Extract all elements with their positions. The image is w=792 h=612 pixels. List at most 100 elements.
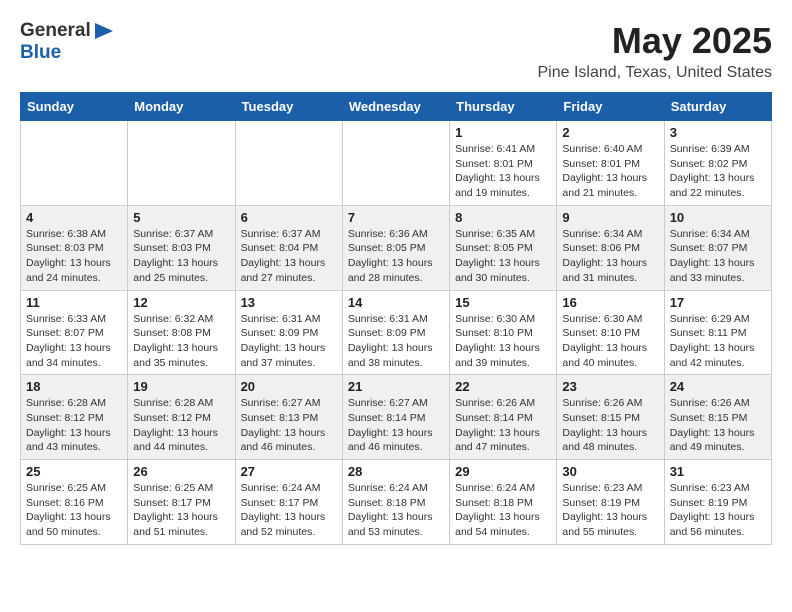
day-info: Sunrise: 6:32 AM Sunset: 8:08 PM Dayligh…	[133, 312, 229, 371]
day-number: 9	[562, 210, 658, 225]
day-number: 4	[26, 210, 122, 225]
calendar-week-row: 18 Sunrise: 6:28 AM Sunset: 8:12 PM Dayli…	[21, 375, 772, 460]
day-info: Sunrise: 6:26 AM Sunset: 8:14 PM Dayligh…	[455, 396, 551, 455]
table-row: 1 Sunrise: 6:41 AM Sunset: 8:01 PM Daylig…	[450, 121, 557, 206]
day-number: 31	[670, 464, 766, 479]
day-number: 11	[26, 295, 122, 310]
day-number: 6	[241, 210, 337, 225]
table-row: 8Sunrise: 6:35 AM Sunset: 8:05 PM Daylig…	[450, 205, 557, 290]
day-info: Sunrise: 6:25 AM Sunset: 8:17 PM Dayligh…	[133, 481, 229, 540]
day-number: 21	[348, 379, 444, 394]
table-row: 26 Sunrise: 6:25 AM Sunset: 8:17 PM Dayli…	[128, 460, 235, 545]
table-row: 9 Sunrise: 6:34 AM Sunset: 8:06 PM Daylig…	[557, 205, 664, 290]
day-number: 2	[562, 125, 658, 140]
day-info: Sunrise: 6:34 AM Sunset: 8:07 PM Dayligh…	[670, 227, 766, 286]
day-number: 23	[562, 379, 658, 394]
day-number: 30	[562, 464, 658, 479]
table-row: 10 Sunrise: 6:34 AM Sunset: 8:07 PM Dayli…	[664, 205, 771, 290]
day-number: 19	[133, 379, 229, 394]
table-row: 6Sunrise: 6:37 AM Sunset: 8:04 PM Daylig…	[235, 205, 342, 290]
subtitle: Pine Island, Texas, United States	[537, 64, 772, 82]
day-info: Sunrise: 6:30 AM Sunset: 8:10 PM Dayligh…	[455, 312, 551, 371]
day-number: 18	[26, 379, 122, 394]
table-row: 29Sunrise: 6:24 AM Sunset: 8:18 PM Dayli…	[450, 460, 557, 545]
main-title: May 2025	[537, 20, 772, 62]
table-row: 30 Sunrise: 6:23 AM Sunset: 8:19 PM Dayli…	[557, 460, 664, 545]
calendar: Sunday Monday Tuesday Wednesday Thursday…	[20, 92, 772, 545]
table-row: 24Sunrise: 6:26 AM Sunset: 8:15 PM Dayli…	[664, 375, 771, 460]
table-row	[128, 121, 235, 206]
day-info: Sunrise: 6:24 AM Sunset: 8:18 PM Dayligh…	[455, 481, 551, 540]
day-info: Sunrise: 6:40 AM Sunset: 8:01 PM Dayligh…	[562, 142, 658, 201]
day-number: 13	[241, 295, 337, 310]
day-info: Sunrise: 6:25 AM Sunset: 8:16 PM Dayligh…	[26, 481, 122, 540]
table-row: 14 Sunrise: 6:31 AM Sunset: 8:09 PM Dayli…	[342, 290, 449, 375]
header-friday: Friday	[557, 93, 664, 121]
day-number: 27	[241, 464, 337, 479]
calendar-week-row: 25Sunrise: 6:25 AM Sunset: 8:16 PM Dayli…	[21, 460, 772, 545]
day-info: Sunrise: 6:34 AM Sunset: 8:06 PM Dayligh…	[562, 227, 658, 286]
day-number: 1	[455, 125, 551, 140]
header-monday: Monday	[128, 93, 235, 121]
day-number: 3	[670, 125, 766, 140]
table-row: 13 Sunrise: 6:31 AM Sunset: 8:09 PM Dayli…	[235, 290, 342, 375]
logo-general: General	[20, 20, 91, 42]
logo: General Blue	[20, 20, 115, 64]
header-thursday: Thursday	[450, 93, 557, 121]
day-info: Sunrise: 6:24 AM Sunset: 8:17 PM Dayligh…	[241, 481, 337, 540]
page: General Blue May 2025 Pine Island, Texas…	[0, 0, 792, 555]
table-row: 23 Sunrise: 6:26 AM Sunset: 8:15 PM Dayli…	[557, 375, 664, 460]
day-number: 24	[670, 379, 766, 394]
day-number: 12	[133, 295, 229, 310]
header-wednesday: Wednesday	[342, 93, 449, 121]
table-row: 20Sunrise: 6:27 AM Sunset: 8:13 PM Dayli…	[235, 375, 342, 460]
day-number: 5	[133, 210, 229, 225]
day-info: Sunrise: 6:41 AM Sunset: 8:01 PM Dayligh…	[455, 142, 551, 201]
table-row	[342, 121, 449, 206]
day-number: 16	[562, 295, 658, 310]
day-info: Sunrise: 6:30 AM Sunset: 8:10 PM Dayligh…	[562, 312, 658, 371]
table-row: 18Sunrise: 6:28 AM Sunset: 8:12 PM Dayli…	[21, 375, 128, 460]
table-row: 27 Sunrise: 6:24 AM Sunset: 8:17 PM Dayli…	[235, 460, 342, 545]
calendar-week-row: 11 Sunrise: 6:33 AM Sunset: 8:07 PM Dayli…	[21, 290, 772, 375]
header: General Blue May 2025 Pine Island, Texas…	[20, 20, 772, 82]
table-row: 7 Sunrise: 6:36 AM Sunset: 8:05 PM Daylig…	[342, 205, 449, 290]
day-info: Sunrise: 6:38 AM Sunset: 8:03 PM Dayligh…	[26, 227, 122, 286]
day-number: 17	[670, 295, 766, 310]
day-info: Sunrise: 6:27 AM Sunset: 8:14 PM Dayligh…	[348, 396, 444, 455]
table-row: 15Sunrise: 6:30 AM Sunset: 8:10 PM Dayli…	[450, 290, 557, 375]
table-row	[235, 121, 342, 206]
day-number: 7	[348, 210, 444, 225]
day-info: Sunrise: 6:29 AM Sunset: 8:11 PM Dayligh…	[670, 312, 766, 371]
day-number: 22	[455, 379, 551, 394]
day-number: 8	[455, 210, 551, 225]
calendar-week-row: 1 Sunrise: 6:41 AM Sunset: 8:01 PM Daylig…	[21, 121, 772, 206]
day-info: Sunrise: 6:33 AM Sunset: 8:07 PM Dayligh…	[26, 312, 122, 371]
day-info: Sunrise: 6:31 AM Sunset: 8:09 PM Dayligh…	[348, 312, 444, 371]
day-info: Sunrise: 6:39 AM Sunset: 8:02 PM Dayligh…	[670, 142, 766, 201]
table-row: 5 Sunrise: 6:37 AM Sunset: 8:03 PM Daylig…	[128, 205, 235, 290]
day-info: Sunrise: 6:27 AM Sunset: 8:13 PM Dayligh…	[241, 396, 337, 455]
day-number: 26	[133, 464, 229, 479]
header-sunday: Sunday	[21, 93, 128, 121]
day-info: Sunrise: 6:28 AM Sunset: 8:12 PM Dayligh…	[133, 396, 229, 455]
table-row: 4 Sunrise: 6:38 AM Sunset: 8:03 PM Daylig…	[21, 205, 128, 290]
day-number: 10	[670, 210, 766, 225]
day-info: Sunrise: 6:26 AM Sunset: 8:15 PM Dayligh…	[562, 396, 658, 455]
day-number: 28	[348, 464, 444, 479]
day-number: 14	[348, 295, 444, 310]
day-info: Sunrise: 6:36 AM Sunset: 8:05 PM Dayligh…	[348, 227, 444, 286]
table-row	[21, 121, 128, 206]
day-info: Sunrise: 6:23 AM Sunset: 8:19 PM Dayligh…	[670, 481, 766, 540]
title-block: May 2025 Pine Island, Texas, United Stat…	[537, 20, 772, 82]
logo-flag-icon	[93, 23, 115, 39]
day-info: Sunrise: 6:31 AM Sunset: 8:09 PM Dayligh…	[241, 312, 337, 371]
table-row: 19 Sunrise: 6:28 AM Sunset: 8:12 PM Dayli…	[128, 375, 235, 460]
calendar-week-row: 4 Sunrise: 6:38 AM Sunset: 8:03 PM Daylig…	[21, 205, 772, 290]
header-saturday: Saturday	[664, 93, 771, 121]
table-row: 21 Sunrise: 6:27 AM Sunset: 8:14 PM Dayli…	[342, 375, 449, 460]
day-info: Sunrise: 6:23 AM Sunset: 8:19 PM Dayligh…	[562, 481, 658, 540]
table-row: 12 Sunrise: 6:32 AM Sunset: 8:08 PM Dayli…	[128, 290, 235, 375]
day-info: Sunrise: 6:37 AM Sunset: 8:03 PM Dayligh…	[133, 227, 229, 286]
logo-blue: Blue	[20, 42, 61, 63]
